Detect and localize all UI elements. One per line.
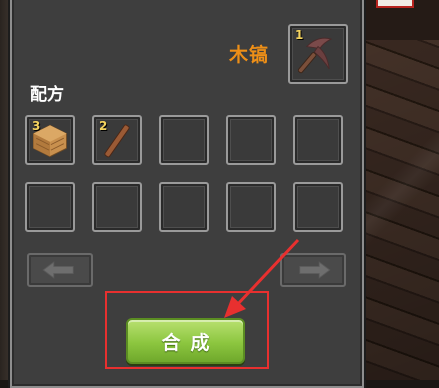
empty-ingredient-slot[interactable] <box>159 182 209 232</box>
empty-ingredient-slot[interactable] <box>92 182 142 232</box>
empty-ingredient-slot[interactable] <box>25 182 75 232</box>
result-item-name: 木镐 <box>229 44 270 66</box>
next-page-button[interactable] <box>280 253 346 287</box>
ingredient-count: 2 <box>99 119 108 133</box>
ingredient-slot[interactable]: 3 <box>25 115 75 165</box>
empty-ingredient-slot[interactable] <box>226 115 276 165</box>
ingredient-count: 3 <box>32 119 41 133</box>
empty-ingredient-slot[interactable] <box>293 115 343 165</box>
result-slot[interactable]: 1 <box>288 24 348 84</box>
empty-ingredient-slot[interactable] <box>226 182 276 232</box>
recipe-label: 配方 <box>30 85 64 105</box>
ingredient-slot[interactable]: 2 <box>92 115 142 165</box>
empty-ingredient-slot[interactable] <box>293 182 343 232</box>
arrow-right-icon <box>299 261 331 279</box>
game-world-background <box>362 0 439 380</box>
top-right-ui-fragment <box>376 0 414 8</box>
background-left-edge <box>0 0 10 380</box>
craft-button[interactable]: 合成 <box>126 318 245 364</box>
prev-page-button[interactable] <box>27 253 93 287</box>
arrow-left-icon <box>42 261 74 279</box>
empty-ingredient-slot[interactable] <box>159 115 209 165</box>
result-count: 1 <box>295 28 304 42</box>
